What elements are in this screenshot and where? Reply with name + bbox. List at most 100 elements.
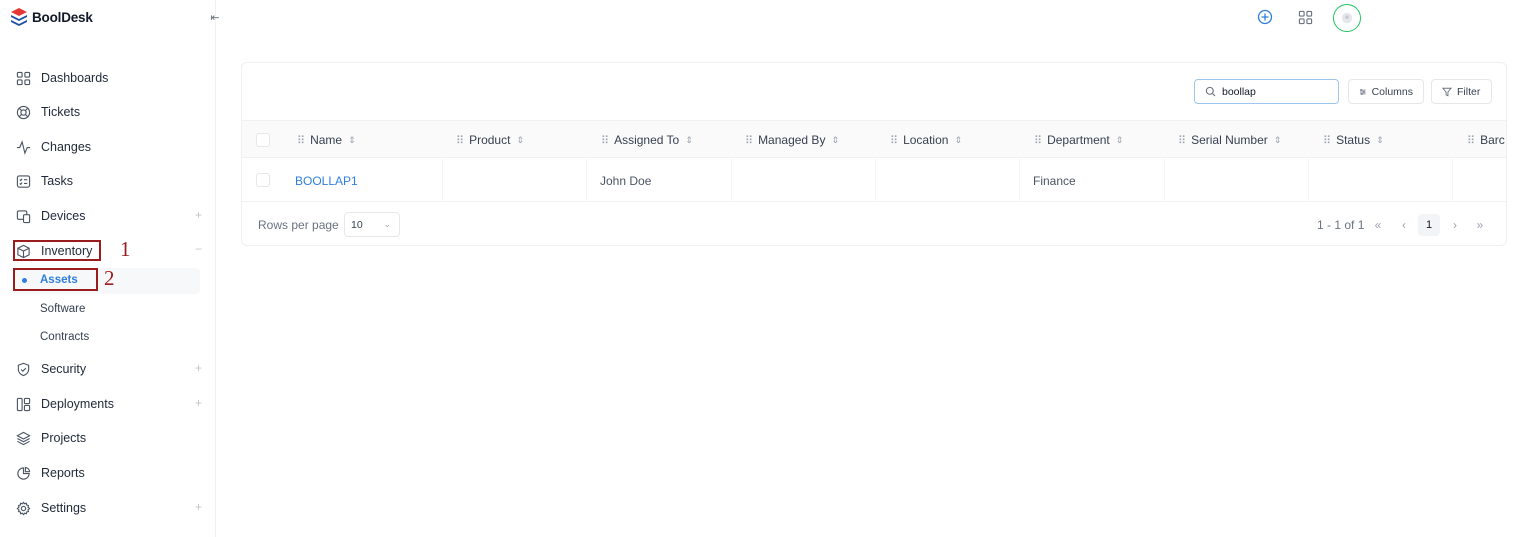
sort-icon[interactable]: ⇕ (831, 135, 839, 146)
devices-icon (16, 209, 31, 223)
sidebar-item-label: Tasks (41, 174, 73, 188)
next-page-icon[interactable]: › (1444, 214, 1466, 236)
user-avatar-icon (1341, 12, 1353, 24)
expand-plus-icon[interactable]: + (195, 361, 202, 375)
column-divider (586, 159, 587, 202)
sidebar-item-devices[interactable]: Devices + (16, 205, 202, 227)
sidebar-item-changes[interactable]: Changes (16, 136, 202, 158)
drag-handle-icon[interactable]: ⠿ (1467, 134, 1475, 147)
filter-icon (1442, 87, 1452, 97)
column-divider (875, 159, 876, 202)
apps-grid-icon[interactable] (1296, 8, 1314, 26)
column-header-name[interactable]: ⠿ Name ⇕ (297, 121, 356, 159)
sort-icon[interactable]: ⇕ (1116, 135, 1124, 146)
sidebar-item-tasks[interactable]: Tasks (16, 170, 202, 192)
column-divider (1452, 159, 1453, 202)
row-checkbox[interactable] (256, 173, 270, 187)
drag-handle-icon[interactable]: ⠿ (890, 134, 898, 147)
column-header-barcode[interactable]: ⠿ Barc (1467, 121, 1505, 159)
table-footer: Rows per page 10 ⌄ 1 - 1 of 1 « ‹ 1 › » (242, 203, 1506, 245)
sidebar-item-settings[interactable]: Settings + (16, 497, 202, 519)
prev-page-icon[interactable]: ‹ (1393, 214, 1415, 236)
column-header-managed-by[interactable]: ⠿ Managed By ⇕ (745, 121, 839, 159)
table-header: ⠿ Name ⇕ ⠿ Product ⇕ ⠿ Assigned To ⇕ ⠿ Managed … (242, 120, 1506, 159)
collapse-minus-icon[interactable]: − (195, 242, 202, 256)
annotation-box (13, 268, 98, 291)
filter-button[interactable]: Filter (1431, 79, 1492, 104)
sidebar-item-label: Changes (41, 140, 92, 154)
sidebar-item-label: Settings (41, 501, 87, 515)
sort-icon[interactable]: ⇕ (348, 135, 356, 146)
sidebar-item-label: Dashboards (41, 71, 109, 85)
drag-handle-icon[interactable]: ⠿ (1178, 134, 1186, 147)
layers-icon (16, 431, 31, 445)
sidebar-subitem-software[interactable]: Software (40, 303, 85, 315)
drag-handle-icon[interactable]: ⠿ (1323, 134, 1331, 147)
search-box[interactable] (1194, 79, 1339, 104)
sort-icon[interactable]: ⇕ (954, 135, 962, 146)
column-header-location[interactable]: ⠿ Location ⇕ (890, 121, 962, 159)
brand-name: BoolDesk (32, 9, 93, 25)
rows-per-page-select[interactable]: 10 ⌄ (344, 212, 400, 237)
sort-icon[interactable]: ⇕ (1376, 135, 1384, 146)
annotation-number: 1 (120, 237, 131, 261)
expand-plus-icon[interactable]: + (195, 396, 202, 410)
sidebar-item-tickets[interactable]: Tickets (16, 101, 202, 123)
asset-name-link[interactable]: BOOLLAP1 (295, 174, 358, 188)
expand-plus-icon[interactable]: + (195, 208, 202, 222)
column-divider (1019, 159, 1020, 202)
drag-handle-icon[interactable]: ⠿ (456, 134, 464, 147)
sidebar-item-reports[interactable]: Reports (16, 462, 202, 484)
page-button-current[interactable]: 1 (1418, 214, 1440, 236)
search-input[interactable] (1222, 85, 1332, 98)
sidebar-item-label: Devices (41, 209, 86, 223)
grid-icon (16, 71, 31, 85)
sort-icon[interactable]: ⇕ (685, 135, 693, 146)
column-label: Assigned To (614, 133, 680, 147)
last-page-icon[interactable]: » (1469, 214, 1491, 236)
shield-icon (17, 362, 30, 376)
drag-handle-icon[interactable]: ⠿ (601, 134, 609, 147)
gear-icon (16, 501, 31, 515)
sidebar-subitem-contracts[interactable]: Contracts (40, 331, 89, 343)
columns-label: Columns (1371, 85, 1413, 98)
columns-button[interactable]: Columns (1348, 79, 1424, 104)
search-icon (1205, 86, 1216, 97)
column-header-product[interactable]: ⠿ Product ⇕ (456, 121, 524, 159)
drag-handle-icon[interactable]: ⠿ (297, 134, 305, 147)
rows-per-page-value: 10 (351, 218, 363, 231)
assets-table-card: Columns Filter ⠿ Name ⇕ ⠿ Product ⇕ ⠿ Assigne… (241, 62, 1507, 246)
column-divider (442, 159, 443, 202)
column-label: Barc (1480, 133, 1505, 147)
column-label: Managed By (758, 133, 826, 147)
drag-handle-icon[interactable]: ⠿ (1034, 134, 1042, 147)
avatar[interactable] (1333, 4, 1361, 32)
sidebar-item-label: Security (41, 362, 87, 376)
checklist-icon (16, 174, 31, 188)
drag-handle-icon[interactable]: ⠿ (745, 134, 753, 147)
column-label: Product (469, 133, 511, 147)
select-all-checkbox[interactable] (256, 133, 270, 147)
collapse-sidebar-icon[interactable]: ⇤ (207, 8, 223, 26)
layout-icon (16, 397, 31, 411)
brand[interactable]: BoolDesk (11, 8, 93, 26)
column-header-serial-number[interactable]: ⠿ Serial Number ⇕ (1178, 121, 1281, 159)
sidebar-item-deployments[interactable]: Deployments + (16, 393, 202, 415)
column-header-assigned-to[interactable]: ⠿ Assigned To ⇕ (601, 121, 693, 159)
column-label: Department (1047, 133, 1110, 147)
sort-icon[interactable]: ⇕ (1274, 135, 1282, 146)
sidebar-item-projects[interactable]: Projects (16, 427, 202, 449)
cell-assigned-to: John Doe (600, 173, 652, 188)
column-header-status[interactable]: ⠿ Status ⇕ (1323, 121, 1384, 159)
sidebar-item-label: Reports (41, 466, 85, 480)
pie-chart-icon (17, 466, 31, 480)
sidebar-item-security[interactable]: Security + (16, 358, 202, 380)
sort-icon[interactable]: ⇕ (516, 135, 524, 146)
expand-plus-icon[interactable]: + (195, 500, 202, 514)
sidebar-item-dashboards[interactable]: Dashboards (16, 67, 202, 89)
first-page-icon[interactable]: « (1367, 214, 1389, 236)
add-icon[interactable] (1256, 8, 1274, 26)
column-label: Name (310, 133, 343, 147)
column-divider (731, 159, 732, 202)
column-header-department[interactable]: ⠿ Department ⇕ (1034, 121, 1123, 159)
